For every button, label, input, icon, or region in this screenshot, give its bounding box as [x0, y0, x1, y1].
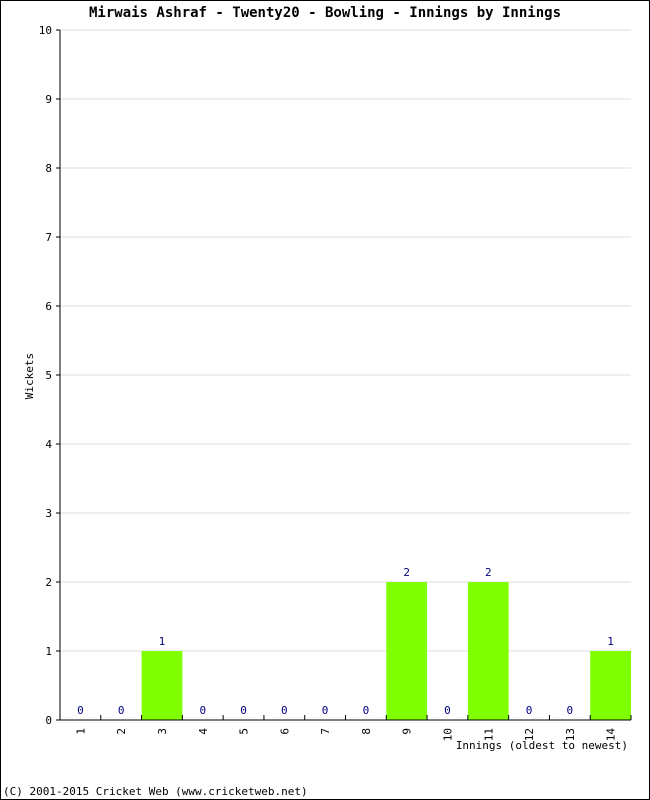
bar	[590, 651, 631, 720]
y-tick-label: 1	[45, 645, 52, 658]
x-axis-label: Innings (oldest to newest)	[456, 739, 628, 752]
data-label: 1	[159, 635, 166, 648]
chart-title: Mirwais Ashraf - Twenty20 - Bowling - In…	[89, 5, 561, 21]
bar-chart: Mirwais Ashraf - Twenty20 - Bowling - In…	[3, 5, 632, 798]
y-tick-label: 0	[45, 714, 52, 727]
x-tick-label: 1	[74, 728, 87, 735]
data-label: 0	[363, 704, 370, 717]
y-tick-label: 4	[45, 438, 52, 451]
data-label: 0	[240, 704, 247, 717]
data-label: 2	[485, 566, 492, 579]
y-tick-label: 9	[45, 93, 52, 106]
bar	[467, 582, 509, 720]
bar	[141, 651, 183, 720]
x-tick-label: 7	[319, 728, 332, 735]
data-label: 2	[403, 566, 410, 579]
data-label: 0	[444, 704, 451, 717]
data-label: 0	[526, 704, 533, 717]
axes: 0123456789101 2 3 4 5 6 7 8 9 10 11 12 13 14	[39, 24, 632, 741]
x-tick-label: 2	[115, 728, 128, 735]
x-tick-label: 6	[278, 728, 291, 735]
x-tick-label: 8	[360, 728, 373, 735]
y-tick-label: 2	[45, 576, 52, 589]
bar	[386, 582, 428, 720]
data-label: 0	[199, 704, 206, 717]
bars: 0 0 1 0 0 0 0 0 2 0 2 0 0 1	[77, 566, 631, 720]
data-label: 0	[118, 704, 125, 717]
y-tick-label: 3	[45, 507, 52, 520]
gridlines	[60, 29, 631, 652]
x-tick-label: 9	[401, 728, 414, 735]
data-label: 0	[281, 704, 288, 717]
data-label: 0	[567, 704, 574, 717]
copyright-footer: (C) 2001-2015 Cricket Web (www.cricketwe…	[3, 785, 308, 798]
data-label: 0	[322, 704, 329, 717]
y-tick-label: 6	[45, 300, 52, 313]
y-tick-label: 7	[45, 231, 52, 244]
y-tick-label: 5	[45, 369, 52, 382]
x-tick-label: 3	[156, 728, 169, 735]
y-tick-label: 10	[39, 24, 52, 37]
y-axis-label: Wickets	[23, 353, 36, 399]
x-tick-label: 5	[238, 728, 251, 735]
data-label: 1	[607, 635, 614, 648]
x-tick-label: 4	[197, 728, 210, 735]
y-tick-label: 8	[45, 162, 52, 175]
x-tick-label: 10	[441, 728, 454, 741]
data-label: 0	[77, 704, 84, 717]
